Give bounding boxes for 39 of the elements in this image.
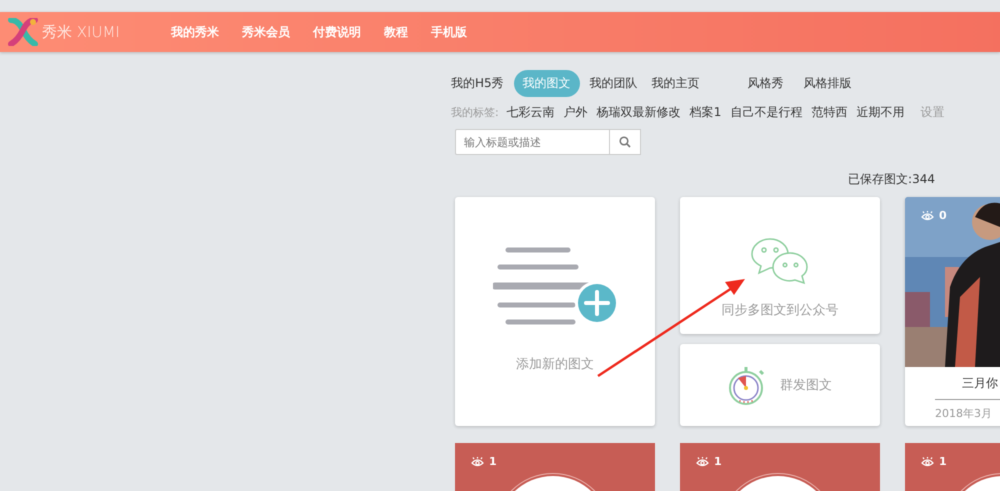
tag-link[interactable]: 杨瑞双最新修改	[596, 104, 681, 121]
tag-link[interactable]: 近期不用	[856, 104, 904, 121]
tab[interactable]: 我的团队	[586, 70, 642, 97]
tag-link[interactable]: 范特西	[811, 104, 848, 121]
style-link[interactable]: 风格秀	[744, 70, 788, 97]
view-count: 1	[489, 455, 497, 468]
article-card[interactable]: 1	[905, 443, 1000, 491]
tab[interactable]: 我的H5秀	[447, 70, 508, 97]
card-label: 群发图文	[780, 377, 832, 394]
stopwatch-icon	[728, 364, 766, 406]
card-label: 添加新的图文	[516, 356, 594, 373]
logo-icon	[8, 18, 38, 46]
style-link[interactable]: 风格排版	[800, 70, 856, 97]
tag-link[interactable]: 七彩云南	[506, 104, 555, 121]
chat-bubbles-icon	[750, 237, 810, 285]
article-card[interactable]: 0 三月你 2018年3月	[905, 197, 1000, 426]
article-date: 2018年3月	[935, 399, 1000, 421]
logo-text: 秀米 XIUMI	[42, 22, 120, 42]
eye-icon	[921, 210, 934, 220]
eye-icon	[696, 456, 709, 466]
tags-label: 我的标签:	[451, 105, 499, 120]
eye-icon	[921, 456, 934, 466]
view-count: 1	[714, 455, 722, 468]
view-count: 0	[939, 209, 947, 222]
search-icon	[619, 136, 631, 148]
tab[interactable]: 我的主页	[648, 70, 704, 97]
tag-link[interactable]: 自己不是行程	[730, 104, 802, 121]
card-label: 同步多图文到公众号	[722, 302, 838, 319]
view-count: 1	[939, 455, 947, 468]
search-button[interactable]	[610, 129, 641, 155]
add-article-icon	[492, 247, 618, 327]
saved-count: 已保存图文:344	[848, 172, 935, 186]
article-card[interactable]: 1	[455, 443, 655, 491]
tag-link[interactable]: 档案1	[690, 104, 722, 121]
tag-link[interactable]: 户外	[564, 104, 588, 121]
article-title: 三月你	[961, 375, 999, 392]
eye-icon	[471, 456, 484, 466]
article-card[interactable]: 1	[680, 443, 880, 491]
search-field[interactable]: 输入标题或描述	[455, 129, 610, 155]
